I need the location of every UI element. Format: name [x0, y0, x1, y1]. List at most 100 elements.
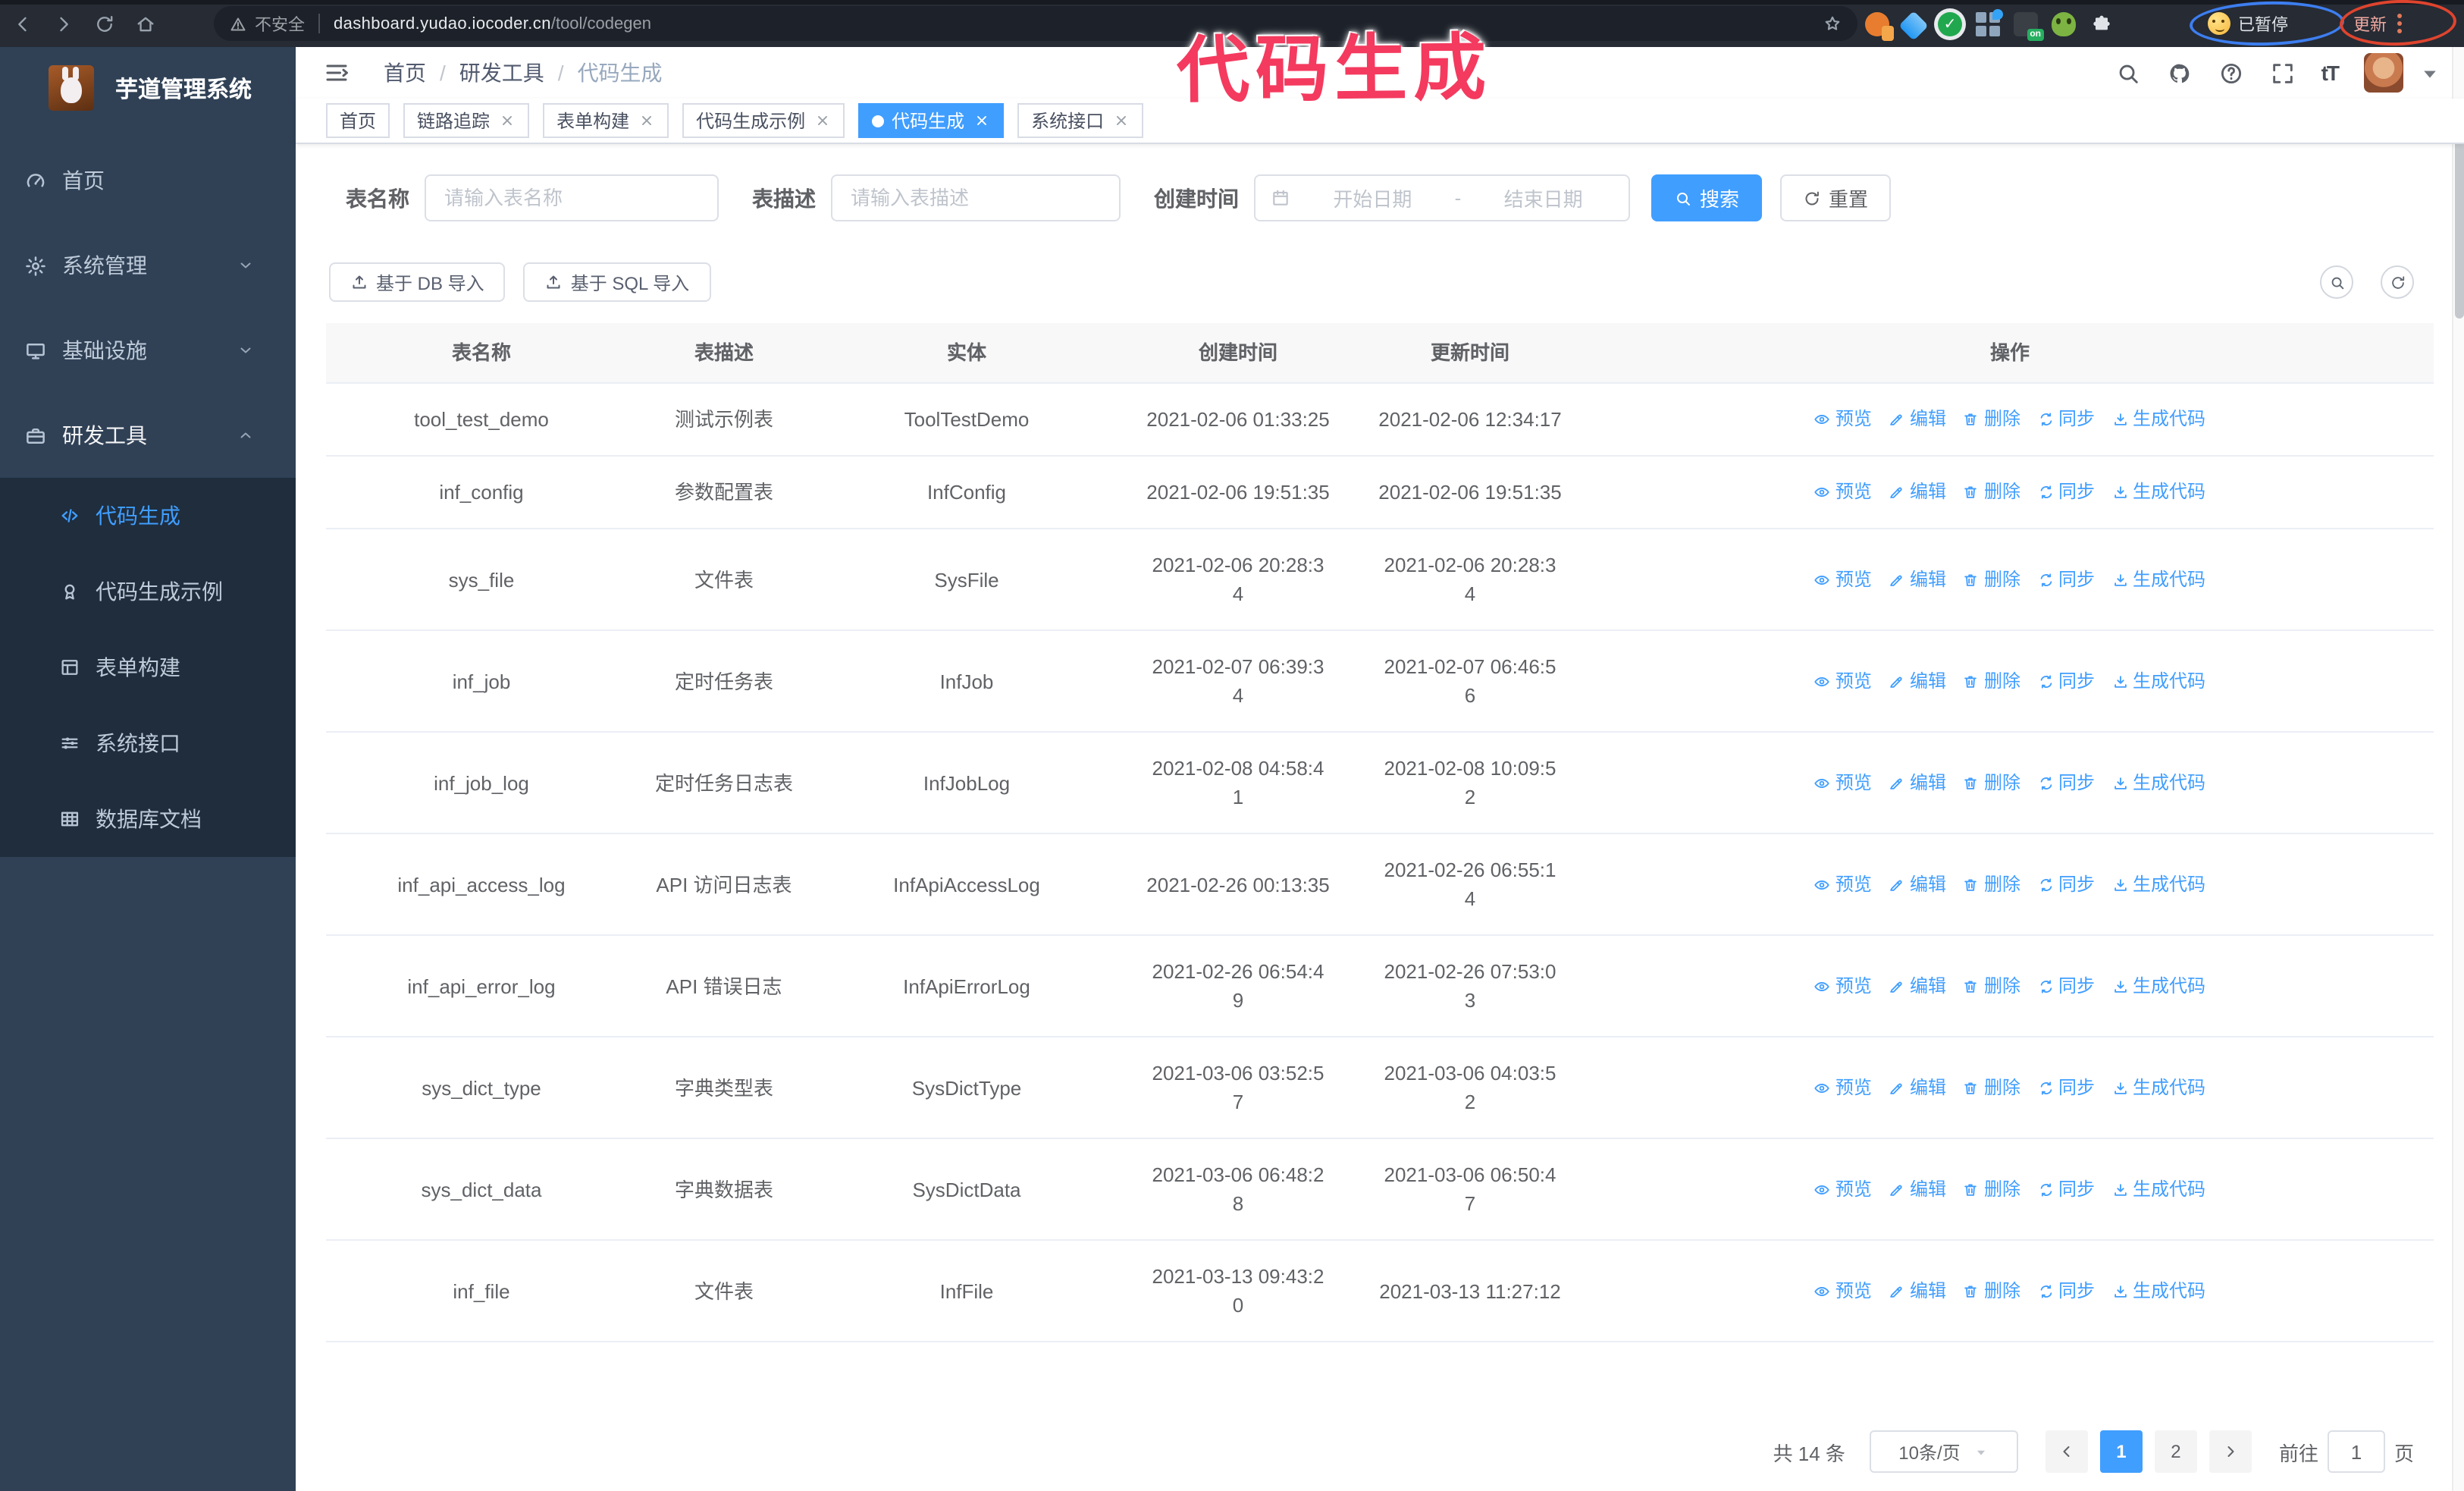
action-同步[interactable]: 同步 — [2037, 1175, 2095, 1204]
action-预览[interactable]: 预览 — [1814, 1276, 1872, 1305]
github-icon[interactable] — [2167, 60, 2193, 86]
sidebar-item-首页[interactable]: 首页 — [0, 138, 296, 223]
browser-update-chip[interactable]: 更新 — [2353, 8, 2402, 39]
search-button[interactable]: 搜索 — [1651, 174, 1763, 221]
tab-代码生成[interactable]: 代码生成 — [858, 103, 1005, 139]
extension-alien-icon[interactable] — [2052, 12, 2076, 36]
action-预览[interactable]: 预览 — [1814, 667, 1872, 695]
action-同步[interactable]: 同步 — [2037, 1276, 2095, 1305]
action-编辑[interactable]: 编辑 — [1889, 565, 1946, 594]
action-同步[interactable]: 同步 — [2037, 565, 2095, 594]
browser-home-button[interactable] — [132, 11, 159, 38]
action-同步[interactable]: 同步 — [2037, 478, 2095, 507]
toggle-search-button[interactable] — [2320, 265, 2353, 299]
bookmark-star-icon[interactable] — [1823, 14, 1842, 33]
action-删除[interactable]: 删除 — [1963, 667, 2020, 695]
tab-close-icon[interactable] — [813, 111, 831, 130]
action-编辑[interactable]: 编辑 — [1889, 1175, 1946, 1204]
browser-back-button[interactable] — [9, 11, 36, 38]
action-编辑[interactable]: 编辑 — [1889, 768, 1946, 797]
action-编辑[interactable]: 编辑 — [1889, 478, 1946, 507]
action-删除[interactable]: 删除 — [1963, 1073, 2020, 1102]
action-删除[interactable]: 删除 — [1963, 768, 2020, 797]
tab-链路追踪[interactable]: 链路追踪 — [403, 103, 530, 139]
import-sql-button[interactable]: 基于 SQL 导入 — [523, 262, 711, 302]
user-avatar[interactable] — [2364, 53, 2403, 93]
import-db-button[interactable]: 基于 DB 导入 — [329, 262, 506, 302]
action-删除[interactable]: 删除 — [1963, 972, 2020, 1000]
sidebar-item-基础设施[interactable]: 基础设施 — [0, 308, 296, 393]
extension-green-check-icon[interactable]: ✓ — [1938, 12, 1962, 36]
action-编辑[interactable]: 编辑 — [1889, 972, 1946, 1000]
tab-close-icon[interactable] — [637, 111, 655, 130]
goto-page-input[interactable] — [2327, 1430, 2385, 1473]
action-生成代码[interactable]: 生成代码 — [2111, 1175, 2205, 1204]
page-scrollbar[interactable] — [2452, 47, 2464, 1491]
action-删除[interactable]: 删除 — [1963, 565, 2020, 594]
action-生成代码[interactable]: 生成代码 — [2111, 870, 2205, 899]
sidebar-item-代码生成示例[interactable]: 代码生成示例 — [0, 554, 296, 629]
action-预览[interactable]: 预览 — [1814, 405, 1872, 434]
action-生成代码[interactable]: 生成代码 — [2111, 667, 2205, 695]
breadcrumb-item[interactable]: 研发工具 — [459, 58, 544, 88]
action-删除[interactable]: 删除 — [1963, 1276, 2020, 1305]
prev-page-button[interactable] — [2045, 1430, 2088, 1473]
action-生成代码[interactable]: 生成代码 — [2111, 405, 2205, 434]
action-预览[interactable]: 预览 — [1814, 1175, 1872, 1204]
extension-gem-icon[interactable] — [1898, 11, 1929, 41]
page-button-1[interactable]: 1 — [2099, 1430, 2143, 1473]
tab-close-icon[interactable] — [497, 111, 516, 130]
action-预览[interactable]: 预览 — [1814, 972, 1872, 1000]
help-icon[interactable] — [2218, 60, 2244, 86]
page-button-2[interactable]: 2 — [2154, 1430, 2197, 1473]
address-bar[interactable]: 不安全 dashboard.yudao.iocoder.cn/tool/code… — [214, 6, 1857, 41]
action-生成代码[interactable]: 生成代码 — [2111, 565, 2205, 594]
action-删除[interactable]: 删除 — [1963, 478, 2020, 507]
browser-reload-button[interactable] — [91, 11, 118, 38]
breadcrumb-item[interactable]: 首页 — [384, 58, 426, 88]
sidebar-item-系统管理[interactable]: 系统管理 — [0, 223, 296, 308]
action-预览[interactable]: 预览 — [1814, 870, 1872, 899]
tab-首页[interactable]: 首页 — [326, 103, 390, 139]
fullscreen-icon[interactable] — [2270, 60, 2296, 86]
action-删除[interactable]: 删除 — [1963, 870, 2020, 899]
action-生成代码[interactable]: 生成代码 — [2111, 972, 2205, 1000]
action-同步[interactable]: 同步 — [2037, 972, 2095, 1000]
font-size-icon[interactable]: tT — [2321, 61, 2340, 85]
tab-close-icon[interactable] — [972, 111, 990, 130]
action-生成代码[interactable]: 生成代码 — [2111, 478, 2205, 507]
action-预览[interactable]: 预览 — [1814, 565, 1872, 594]
browser-forward-button[interactable] — [50, 11, 77, 38]
extension-grid-icon[interactable] — [1976, 9, 2003, 36]
sidebar-item-表单构建[interactable]: 表单构建 — [0, 629, 296, 705]
sidebar-item-代码生成[interactable]: 代码生成 — [0, 478, 296, 554]
browser-profile-chip[interactable]: 已暂停 — [2208, 8, 2288, 39]
action-删除[interactable]: 删除 — [1963, 1175, 2020, 1204]
action-同步[interactable]: 同步 — [2037, 768, 2095, 797]
reset-button[interactable]: 重置 — [1780, 174, 1892, 221]
action-同步[interactable]: 同步 — [2037, 405, 2095, 434]
tab-代码生成示例[interactable]: 代码生成示例 — [682, 103, 845, 139]
action-删除[interactable]: 删除 — [1963, 405, 2020, 434]
action-生成代码[interactable]: 生成代码 — [2111, 768, 2205, 797]
extension-puzzle-icon[interactable] — [2089, 12, 2114, 36]
action-生成代码[interactable]: 生成代码 — [2111, 1276, 2205, 1305]
action-编辑[interactable]: 编辑 — [1889, 405, 1946, 434]
action-编辑[interactable]: 编辑 — [1889, 667, 1946, 695]
action-同步[interactable]: 同步 — [2037, 1073, 2095, 1102]
refresh-table-button[interactable] — [2381, 265, 2414, 299]
next-page-button[interactable] — [2209, 1430, 2252, 1473]
action-预览[interactable]: 预览 — [1814, 768, 1872, 797]
search-icon[interactable] — [2115, 60, 2141, 86]
sidebar-item-数据库文档[interactable]: 数据库文档 — [0, 781, 296, 857]
table-desc-input[interactable] — [851, 187, 1101, 209]
action-编辑[interactable]: 编辑 — [1889, 1073, 1946, 1102]
hamburger-icon[interactable] — [311, 59, 362, 86]
extension-dark-icon[interactable]: on — [2014, 12, 2044, 41]
action-编辑[interactable]: 编辑 — [1889, 870, 1946, 899]
action-生成代码[interactable]: 生成代码 — [2111, 1073, 2205, 1102]
page-size-select[interactable]: 10条/页 — [1869, 1430, 2018, 1473]
sidebar-item-系统接口[interactable]: 系统接口 — [0, 705, 296, 781]
table-name-input[interactable] — [444, 187, 699, 209]
action-预览[interactable]: 预览 — [1814, 1073, 1872, 1102]
